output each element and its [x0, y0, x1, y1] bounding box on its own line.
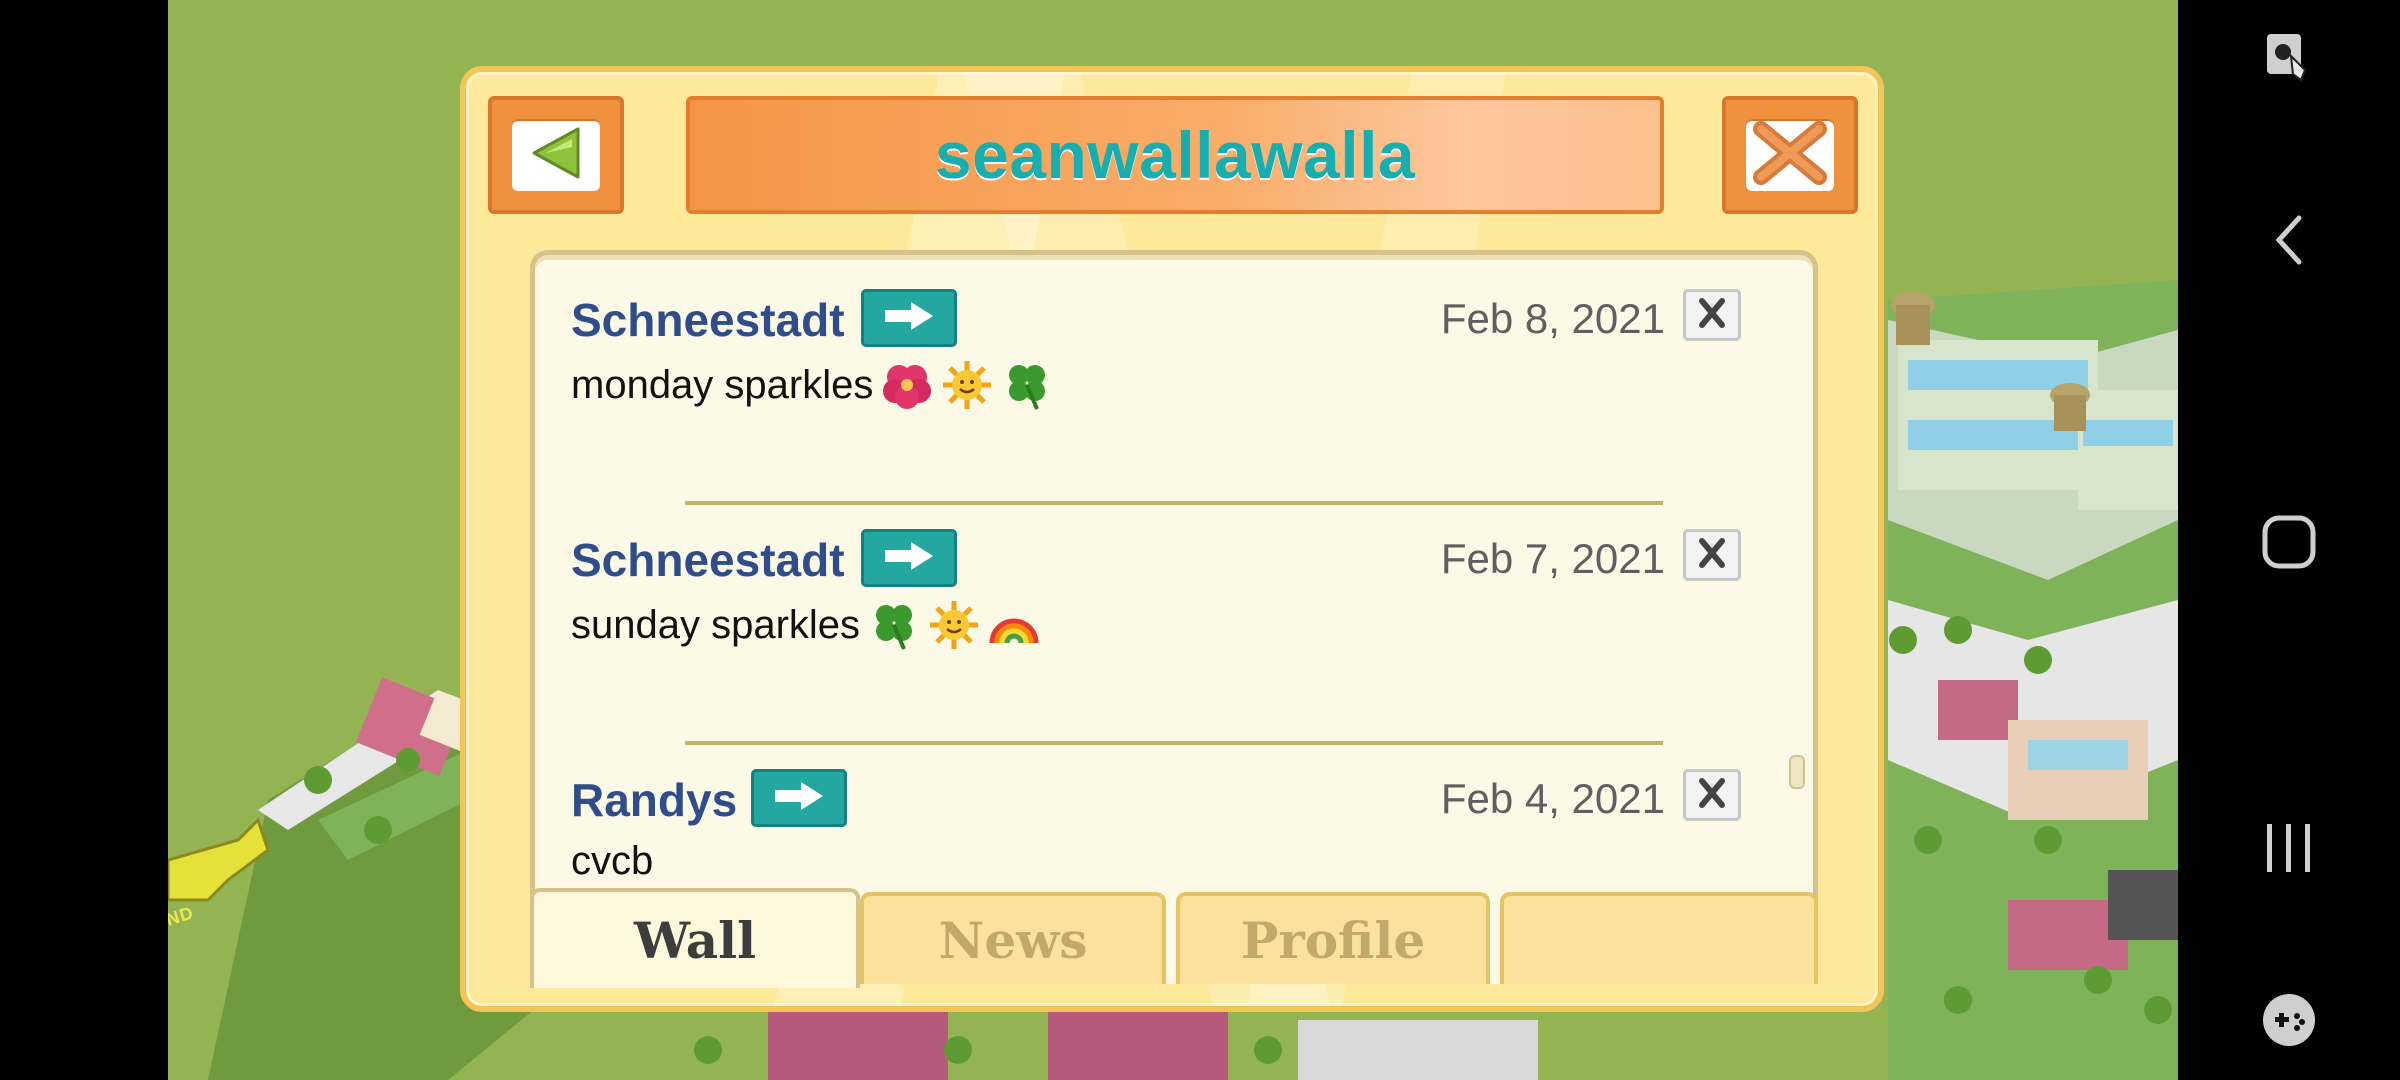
visit-city-button[interactable]	[861, 529, 957, 587]
visit-city-button[interactable]	[751, 769, 847, 827]
rainbow-icon	[988, 599, 1040, 651]
delete-post-button[interactable]	[1683, 769, 1741, 821]
x-close-icon	[1751, 120, 1829, 190]
post-author[interactable]: Randys	[571, 773, 737, 827]
x-delete-icon	[1695, 776, 1729, 815]
tab-wall[interactable]: Wall	[530, 888, 860, 988]
arrow-right-icon	[881, 298, 937, 339]
wall-post: Schneestadt Feb 8, 2021 monday sparkles	[571, 289, 1771, 499]
post-author[interactable]: Schneestadt	[571, 533, 845, 587]
post-message: cvcb	[571, 839, 653, 884]
post-message: sunday sparkles	[571, 599, 1040, 651]
game-launcher-icon[interactable]	[2178, 990, 2400, 1050]
close-button[interactable]	[1722, 96, 1858, 214]
tab-news[interactable]: News	[860, 892, 1166, 984]
back-chevron-icon[interactable]	[2178, 210, 2400, 270]
x-delete-icon	[1695, 536, 1729, 575]
sun-face-icon	[928, 599, 980, 651]
sun-face-icon	[941, 359, 993, 411]
post-message-text: sunday sparkles	[571, 602, 861, 647]
x-delete-icon	[1695, 296, 1729, 335]
tab-profile[interactable]: Profile	[1176, 892, 1490, 984]
post-author[interactable]: Schneestadt	[571, 293, 845, 347]
dialog-title-bar: seanwallawalla	[686, 96, 1664, 214]
post-message: monday sparkles	[571, 359, 1053, 411]
delete-post-button[interactable]	[1683, 529, 1741, 581]
post-message-text: cvcb	[571, 839, 654, 883]
tab-bar: Wall News Profile	[530, 888, 1818, 988]
profile-dialog: seanwallawalla Schneestadt Feb 8, 2021 m…	[460, 66, 1884, 1012]
post-divider	[685, 741, 1663, 745]
arrow-right-icon	[881, 538, 937, 579]
scrollbar-thumb[interactable]	[1789, 755, 1805, 789]
post-date: Feb 7, 2021	[1440, 535, 1665, 582]
wall-posts-panel[interactable]: Schneestadt Feb 8, 2021 monday sparkles …	[530, 250, 1818, 984]
recents-icon[interactable]	[2178, 818, 2400, 878]
hibiscus-icon	[881, 359, 933, 411]
screen-touch-icon[interactable]	[2178, 28, 2400, 88]
wall-post: Schneestadt Feb 7, 2021 sunday sparkles	[571, 529, 1771, 739]
post-date: Feb 4, 2021	[1440, 775, 1665, 822]
four-leaf-clover-icon	[868, 599, 920, 651]
four-leaf-clover-icon	[1001, 359, 1053, 411]
arrow-right-icon	[771, 778, 827, 819]
post-divider	[685, 501, 1663, 505]
delete-post-button[interactable]	[1683, 289, 1741, 341]
tab-empty[interactable]	[1500, 892, 1818, 984]
system-nav-bar	[2178, 0, 2400, 1080]
triangle-left-icon	[526, 123, 586, 188]
home-icon[interactable]	[2178, 512, 2400, 572]
post-date: Feb 8, 2021	[1440, 295, 1665, 342]
dialog-title: seanwallawalla	[934, 118, 1416, 192]
visit-city-button[interactable]	[861, 289, 957, 347]
back-button[interactable]	[488, 96, 624, 214]
post-message-text: monday sparkles	[571, 362, 874, 407]
